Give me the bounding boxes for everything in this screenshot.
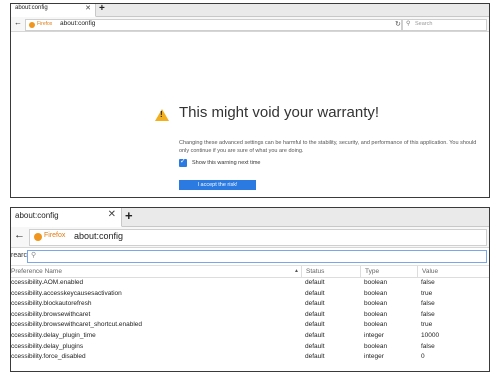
config-search-row: rearch: ⚲ (11, 248, 489, 266)
back-arrow-icon[interactable]: ← (14, 19, 22, 27)
sort-ascending-icon[interactable]: ▲ (294, 268, 299, 274)
value-cell: 10000 (421, 331, 440, 339)
warning-icon-mark: ! (160, 110, 163, 119)
type-cell: integer (364, 331, 384, 339)
firefox-label: Firefox (44, 232, 66, 239)
url-text: about:config (74, 231, 124, 241)
status-cell: default (305, 300, 325, 308)
table-row[interactable]: ccessibility.delay_plugins default boolean… (11, 342, 489, 353)
search-icon: ⚲ (31, 252, 37, 259)
pref-name-cell: ccessibility.browsewithcaret_shortcut.en… (11, 321, 143, 329)
status-cell: default (305, 321, 325, 329)
search-icon: ⚲ (406, 21, 411, 27)
table-row[interactable]: ccessibility.browsewithcaret_shortcut.en… (11, 320, 489, 331)
type-cell: boolean (364, 279, 388, 286)
pref-name-cell: ccessibility.AOM.enabled (11, 279, 84, 286)
nav-bar: ← Firefox about:config (11, 227, 489, 248)
column-header-name[interactable]: Preference Name (11, 268, 62, 275)
value-cell: 0 (421, 353, 425, 361)
pref-name-cell: ccessibility.browsewithcaret (11, 310, 91, 318)
checkmark-icon: ✓ (180, 158, 186, 165)
show-warning-label: Show this warning next time (192, 160, 261, 166)
tab-strip: about:config ✕ + (11, 208, 489, 227)
pref-name-cell: ccessibility.accesskeycausesactivation (11, 289, 122, 297)
url-bar[interactable]: Firefox about:config (29, 229, 487, 246)
value-cell: false (421, 310, 435, 318)
status-cell: default (305, 279, 325, 286)
config-window: about:config ✕ + ← Firefox about:config … (10, 207, 490, 372)
table-row[interactable]: ccessibility.browsewithcaret default boole… (11, 310, 489, 321)
table-body: ccessibility.AOM.enabled default boolean fa… (11, 278, 489, 363)
pref-name-cell: ccessibility.delay_plugin_time (11, 331, 96, 339)
table-row[interactable]: ccessibility.blockautorefresh default bool… (11, 299, 489, 310)
type-cell: boolean (364, 289, 388, 297)
tab-about-config[interactable]: about:config ✕ (11, 208, 122, 227)
config-search-input[interactable]: ⚲ (27, 250, 487, 263)
type-cell: boolean (364, 342, 388, 350)
column-header-value[interactable]: Value (417, 266, 438, 277)
type-cell: boolean (364, 310, 388, 318)
status-cell: default (305, 310, 325, 318)
reload-icon[interactable]: ↻ (395, 20, 401, 28)
pref-name-cell: ccessibility.delay_plugins (11, 342, 84, 350)
search-placeholder: Search (415, 21, 433, 27)
firefox-label: Firefox (37, 21, 53, 27)
value-cell: false (421, 300, 435, 308)
new-tab-icon[interactable]: + (99, 4, 105, 14)
firefox-icon (29, 22, 35, 28)
table-header: Preference Name ▲ Status Type Value (11, 266, 489, 278)
status-cell: default (305, 342, 325, 350)
nav-bar: ← Firefox about:config ↻ ⚲ Search (11, 17, 489, 32)
url-text: about:config (60, 20, 96, 27)
type-cell: boolean (364, 300, 388, 308)
warning-body: Changing these advanced settings can be … (179, 140, 477, 154)
value-cell: false (421, 342, 435, 350)
value-cell: true (421, 321, 433, 329)
url-bar[interactable]: Firefox about:config ↻ (25, 19, 402, 31)
table-row[interactable]: ccessibility.accesskeycausesactivation de… (11, 289, 489, 300)
value-cell: true (421, 289, 433, 297)
column-header-type[interactable]: Type (360, 266, 379, 277)
table-row[interactable]: ccessibility.AOM.enabled default boolean fa… (11, 278, 489, 289)
warning-heading: This might void your warranty! (179, 104, 380, 121)
accept-risk-button[interactable]: I accept the risk! (179, 180, 256, 190)
firefox-icon (34, 233, 42, 241)
new-tab-icon[interactable]: + (125, 209, 133, 222)
table-row[interactable]: ccessibility.force_disabled default intege… (11, 352, 489, 363)
tab-about-config[interactable]: about:config ✕ (11, 4, 96, 17)
status-cell: default (305, 289, 325, 297)
pref-name-cell: ccessibility.force_disabled (11, 353, 86, 361)
tab-title: about:config (15, 211, 59, 220)
close-icon[interactable]: ✕ (108, 210, 116, 220)
tab-strip: about:config ✕ + (11, 4, 489, 17)
status-cell: default (305, 353, 325, 361)
status-cell: default (305, 331, 325, 339)
value-cell: false (421, 279, 435, 286)
warning-window: about:config ✕ + ← Firefox about:config … (10, 3, 490, 198)
type-cell: integer (364, 353, 384, 361)
tab-title: about:config (15, 5, 48, 11)
type-cell: boolean (364, 321, 388, 329)
table-row[interactable]: ccessibility.delay_plugin_time default int… (11, 331, 489, 342)
back-arrow-icon[interactable]: ← (14, 230, 25, 241)
preferences-table: Preference Name ▲ Status Type Value cces… (11, 266, 489, 363)
search-input[interactable]: ⚲ Search (402, 19, 487, 31)
close-icon[interactable]: ✕ (85, 5, 91, 12)
column-header-status[interactable]: Status (301, 266, 324, 277)
pref-name-cell: ccessibility.blockautorefresh (11, 300, 92, 308)
show-warning-checkbox[interactable]: ✓ (179, 158, 187, 167)
